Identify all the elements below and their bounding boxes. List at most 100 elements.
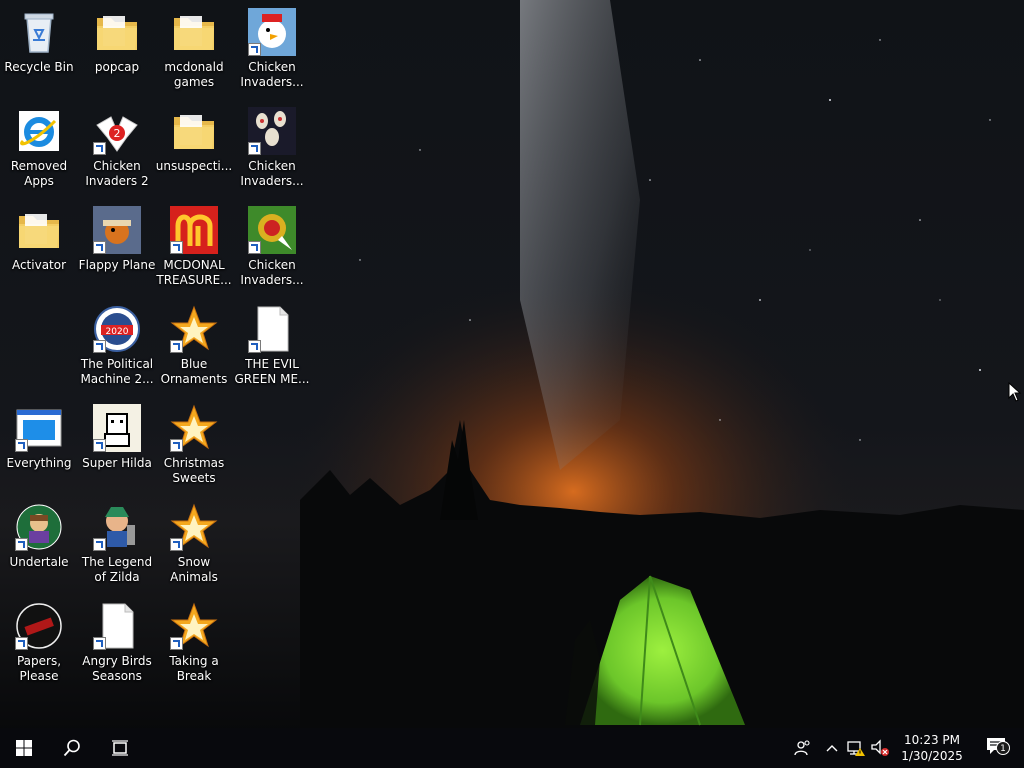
desktop-icon[interactable]: Angry Birds Seasons [78, 596, 156, 692]
desktop-icon-label: Activator [11, 258, 67, 272]
shortcut-arrow-icon [93, 439, 106, 452]
volume-button[interactable] [868, 728, 892, 768]
flappy-plane-icon [93, 206, 141, 254]
shortcut-arrow-icon [15, 439, 28, 452]
shortcut-arrow-icon [248, 43, 261, 56]
political-machine-2020-icon: 2020 [93, 305, 141, 353]
show-hidden-icons-button[interactable] [822, 728, 842, 768]
desktop-icon-label: THE EVIL GREEN ME... [234, 357, 310, 386]
clock[interactable]: 10:23 PM 1/30/2025 [892, 730, 972, 766]
desktop-icon[interactable]: Papers, Please [0, 596, 78, 692]
desktop-icon[interactable]: Blue Ornaments [155, 299, 233, 395]
desktop-icon[interactable]: The Legend of Zilda [78, 497, 156, 593]
desktop-icon-label: Chicken Invaders... [240, 60, 304, 89]
shortcut-arrow-icon [15, 637, 28, 650]
desktop-icon[interactable]: Flappy Plane [78, 200, 156, 296]
desktop-icon[interactable]: Snow Animals [155, 497, 233, 593]
shortcut-arrow-icon [93, 241, 106, 254]
internet-explorer-icon [15, 107, 63, 155]
desktop-icon[interactable]: mcdonald games [155, 2, 233, 98]
desktop-icon[interactable]: Super Hilda [78, 398, 156, 494]
chicken-invaders-2-icon: 2 [93, 107, 141, 155]
desktop-icon[interactable]: Recycle Bin [0, 2, 78, 98]
desktop-icon[interactable]: Chicken Invaders... [233, 101, 311, 197]
folder-icon [93, 8, 141, 56]
desktop-icon-label: Snow Animals [170, 555, 218, 584]
desktop-icon-label: Angry Birds Seasons [82, 654, 152, 683]
legend-of-zilda-icon [93, 503, 141, 551]
desktop-icon-label: MCDONAL TREASURE... [156, 258, 232, 287]
desktop-icon-label: unsuspecti... [155, 159, 233, 173]
folder-icon [15, 206, 63, 254]
shortcut-arrow-icon [93, 340, 106, 353]
desktop-icon[interactable]: Activator [0, 200, 78, 296]
desktop-icon[interactable]: Taking a Break [155, 596, 233, 692]
desktop-icon-label: Recycle Bin [4, 60, 74, 74]
shortcut-arrow-icon [170, 538, 183, 551]
desktop-icon-label: Chicken Invaders 2 [85, 159, 149, 188]
action-center-button[interactable]: 1 [978, 728, 1018, 768]
desktop-icon-label: mcdonald games [164, 60, 224, 89]
clock-time: 10:23 PM [904, 733, 960, 747]
network-warning-icon [847, 741, 865, 756]
start-button[interactable] [0, 728, 48, 768]
desktop-icon[interactable]: 2020 The Political Machine 2... [78, 299, 156, 395]
blank-file-icon [93, 602, 141, 650]
task-view-icon [112, 740, 128, 756]
desktop-icon[interactable]: Undertale [0, 497, 78, 593]
shortcut-arrow-icon [170, 439, 183, 452]
papers-please-icon [15, 602, 63, 650]
desktop-icon-label: Christmas Sweets [163, 456, 225, 485]
desktop-icon[interactable]: Chicken Invaders... [233, 2, 311, 98]
desktop-icon-label: Chicken Invaders... [240, 258, 304, 287]
task-view-button[interactable] [96, 728, 144, 768]
shortcut-arrow-icon [170, 340, 183, 353]
search-button[interactable] [48, 728, 96, 768]
shortcut-arrow-icon [170, 637, 183, 650]
popcap-game-icon [170, 503, 218, 551]
desktop-icon[interactable]: THE EVIL GREEN ME... [233, 299, 311, 395]
network-button[interactable] [844, 728, 868, 768]
desktop-icon[interactable]: Christmas Sweets [155, 398, 233, 494]
desktop-icon[interactable]: popcap [78, 2, 156, 98]
svg-text:2020: 2020 [106, 327, 129, 337]
windows-logo-icon [16, 740, 32, 756]
shortcut-arrow-icon [93, 142, 106, 155]
desktop-icon[interactable]: MCDONAL TREASURE... [155, 200, 233, 296]
popcap-game-icon [170, 602, 218, 650]
volume-muted-icon [871, 739, 889, 756]
desktop-icon-label: Chicken Invaders... [240, 159, 304, 188]
undertale-icon [15, 503, 63, 551]
chicken-invaders-eggs-icon [248, 107, 296, 155]
mcdonalds-icon [170, 206, 218, 254]
desktop-icon-label: The Legend of Zilda [81, 555, 153, 584]
chicken-icon [248, 8, 296, 56]
shortcut-arrow-icon [170, 241, 183, 254]
desktop-icon[interactable]: Removed Apps [0, 101, 78, 197]
people-button[interactable] [788, 728, 818, 768]
popcap-game-icon [170, 404, 218, 452]
desktop-icon[interactable]: Everything [0, 398, 78, 494]
desktop-icon-label: Super Hilda [82, 456, 152, 470]
popcap-game-icon [170, 305, 218, 353]
desktop-icon-label: Blue Ornaments [160, 357, 228, 386]
chevron-up-icon [826, 745, 838, 752]
search-icon [63, 739, 80, 757]
recycle-bin-icon [15, 8, 63, 56]
chicken-invaders-4-icon [248, 206, 296, 254]
desktop-icon-label: Flappy Plane [78, 258, 156, 272]
folder-icon [170, 107, 218, 155]
desktop-icon[interactable]: Chicken Invaders... [233, 200, 311, 296]
desktop-icon[interactable]: unsuspecti... [155, 101, 233, 197]
desktop-icon-label: popcap [94, 60, 140, 74]
shortcut-arrow-icon [248, 142, 261, 155]
desktop-icon-label: Everything [6, 456, 72, 470]
desktop-icon-label: Undertale [9, 555, 69, 569]
folder-icon [170, 8, 218, 56]
desktop-icon-label: Removed Apps [10, 159, 68, 188]
everything-search-icon [15, 404, 63, 452]
blank-file-icon [248, 305, 296, 353]
desktop-icon[interactable]: 2 Chicken Invaders 2 [78, 101, 156, 197]
shortcut-arrow-icon [93, 538, 106, 551]
desktop-icon-label: The Political Machine 2... [80, 357, 154, 386]
